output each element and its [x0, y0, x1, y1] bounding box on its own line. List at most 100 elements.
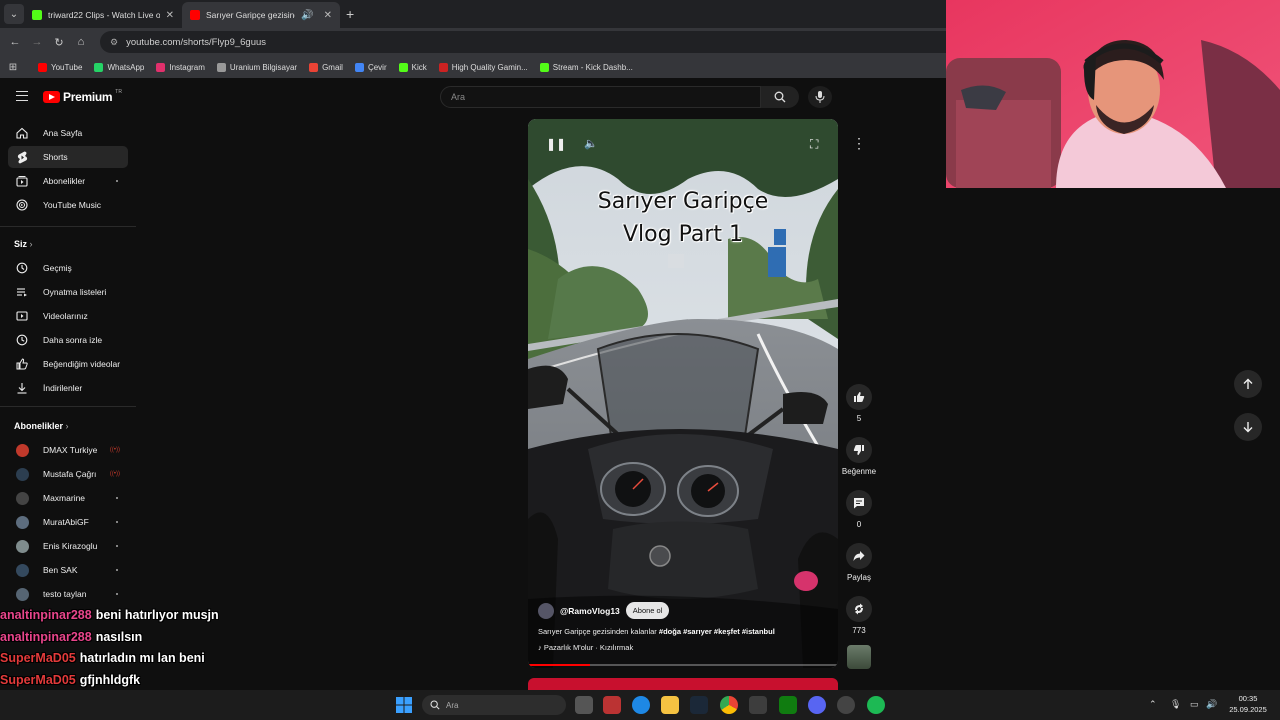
menu-icon[interactable]: [16, 91, 28, 101]
speaker-icon[interactable]: 🔊: [301, 10, 313, 21]
bookmark-item[interactable]: Uranium Bilgisayar: [216, 62, 297, 72]
youtube-premium-logo[interactable]: Premium TR: [43, 89, 122, 104]
tab-search-button[interactable]: ⌄: [4, 4, 24, 24]
site-info-icon[interactable]: ⚙: [110, 37, 118, 48]
bookmark-item[interactable]: Çevir: [354, 62, 387, 72]
close-icon[interactable]: ✕: [324, 10, 332, 21]
spotify-icon[interactable]: [867, 696, 885, 714]
sidebar-item-channel[interactable]: Maxmarine: [8, 487, 128, 509]
start-button[interactable]: [395, 696, 413, 714]
bookmark-item[interactable]: Instagram: [156, 62, 205, 72]
thumbs-down-icon: [853, 445, 864, 455]
bookmark-item[interactable]: WhatsApp: [94, 62, 145, 72]
sidebar-you-heading[interactable]: Siz ›: [14, 239, 33, 249]
sidebar-item-youtube-music[interactable]: YouTube Music: [8, 194, 128, 216]
shorts-video-player[interactable]: ❚❚ 🔈 ⛶ Sarıyer Garipçe Vlog Part 1 @Ramo…: [528, 119, 838, 668]
section-heading: Siz: [14, 239, 28, 249]
comments-button[interactable]: 0: [840, 490, 878, 529]
live-indicator-icon: ((•)): [109, 447, 120, 453]
previous-short-button[interactable]: [1234, 370, 1262, 398]
more-options-icon[interactable]: ⋮: [846, 130, 872, 156]
sidebar-item-channel[interactable]: Ben SAK: [8, 559, 128, 581]
chevron-right-icon: ›: [29, 239, 33, 249]
remix-button[interactable]: 773: [840, 596, 878, 635]
sidebar-item-channel[interactable]: Enis Kirazoglu: [8, 535, 128, 557]
dislike-button[interactable]: Beğenme: [840, 437, 878, 476]
sidebar-item-home[interactable]: Ana Sayfa: [8, 122, 128, 144]
bookmark-label: Çevir: [367, 62, 387, 72]
sidebar-item-liked[interactable]: Beğendiğim videolar: [8, 353, 128, 375]
sidebar-item-subscriptions[interactable]: Abonelikler: [8, 170, 128, 192]
home-icon[interactable]: ⌂: [70, 36, 92, 48]
bookmark-favicon-icon: [156, 62, 166, 72]
music-row[interactable]: ♪ Pazarlık M'olur · Kızılırmak: [538, 643, 633, 652]
fullscreen-icon[interactable]: ⛶: [810, 137, 818, 152]
sidebar-subscriptions-heading[interactable]: Abonelikler ›: [14, 421, 69, 431]
subscriptions-icon: [16, 176, 28, 187]
reload-icon[interactable]: ↻: [48, 36, 70, 49]
channel-name[interactable]: @RamoVlog13: [560, 606, 620, 616]
sidebar-item-download[interactable]: İndirilenler: [8, 377, 128, 399]
sidebar-item-playlist[interactable]: Oynatma listeleri: [8, 281, 128, 303]
search-input[interactable]: Ara: [440, 86, 761, 108]
microphone-icon[interactable]: 🎙: [1170, 699, 1181, 710]
steam-icon[interactable]: [690, 696, 708, 714]
share-button[interactable]: Paylaş: [840, 543, 878, 582]
volume-icon[interactable]: 🔊: [1206, 699, 1217, 710]
bookmark-item[interactable]: YouTube: [38, 62, 82, 72]
bookmark-label: High Quality Gamin...: [451, 62, 528, 72]
sound-thumbnail[interactable]: [847, 645, 871, 669]
sidebar-item-channel[interactable]: DMAX Turkiye ((•)): [8, 439, 128, 461]
xbox-icon[interactable]: [779, 696, 797, 714]
apps-grid-icon[interactable]: ⊞: [0, 62, 26, 73]
taskbar-search-input[interactable]: Ara: [422, 695, 566, 715]
sidebar-item-watch-later[interactable]: Daha sonra izle: [8, 329, 128, 351]
system-clock[interactable]: 00:35 25.09.2025: [1222, 693, 1274, 715]
windows-logo-icon: [396, 697, 412, 713]
voice-search-button[interactable]: [808, 86, 832, 108]
logo-text: Premium: [63, 90, 113, 104]
discord-icon[interactable]: [808, 696, 826, 714]
sidebar-item-shorts[interactable]: Shorts: [8, 146, 128, 168]
description-text: Sarıyer Garipçe gezisinden kalanlar: [538, 627, 657, 636]
next-short-button[interactable]: [1234, 413, 1262, 441]
bookmark-item[interactable]: Kick: [398, 62, 427, 72]
search-button[interactable]: [761, 86, 799, 108]
brave-icon[interactable]: [603, 696, 621, 714]
bookmark-item[interactable]: Stream - Kick Dashb...: [539, 62, 633, 72]
sidebar-item-history[interactable]: Geçmiş: [8, 257, 128, 279]
new-tab-button[interactable]: +: [346, 6, 354, 22]
chrome-icon[interactable]: [720, 696, 738, 714]
hashtags[interactable]: #doğa #sarıyer #keşfet #istanbul: [659, 627, 775, 636]
bookmark-label: WhatsApp: [107, 62, 145, 72]
forward-icon[interactable]: →: [26, 36, 48, 48]
video-description[interactable]: Sarıyer Garipçe gezisinden kalanlar #doğ…: [538, 627, 775, 636]
back-icon[interactable]: ←: [4, 36, 26, 48]
store-icon[interactable]: [749, 696, 767, 714]
edge-icon[interactable]: [632, 696, 650, 714]
bookmark-item[interactable]: Gmail: [309, 62, 343, 72]
new-content-dot: [116, 545, 118, 547]
display-icon[interactable]: ▭: [1190, 699, 1199, 710]
task-view-icon[interactable]: [575, 696, 593, 714]
obs-icon[interactable]: [837, 696, 855, 714]
subscribe-button[interactable]: Abone ol: [625, 602, 670, 619]
chevron-up-icon[interactable]: ⌃: [1149, 699, 1157, 710]
volume-icon[interactable]: 🔈: [584, 137, 598, 150]
channel-avatar: [15, 467, 29, 481]
sidebar-item-channel[interactable]: MuratAbiGF: [8, 511, 128, 533]
like-button[interactable]: 5: [840, 384, 878, 423]
sidebar-item-channel[interactable]: Mustafa Çağrı ((•)): [8, 463, 128, 485]
bookmark-item[interactable]: High Quality Gamin...: [438, 62, 528, 72]
video-progress-bar[interactable]: [528, 664, 838, 666]
sidebar-item-your-videos[interactable]: Videolarınız: [8, 305, 128, 327]
browser-tab-kick[interactable]: triward22 Clips - Watch Live on ✕: [24, 2, 182, 28]
pause-icon[interactable]: ❚❚: [546, 137, 566, 151]
close-icon[interactable]: ✕: [166, 10, 174, 21]
live-indicator-icon: ((•)): [109, 471, 120, 477]
sidebar-item-channel[interactable]: testo taylan: [8, 583, 128, 605]
channel-avatar[interactable]: [538, 602, 554, 619]
file-explorer-icon[interactable]: [661, 696, 679, 714]
browser-tab-youtube[interactable]: Sarıyer Garipçe gezisinden k 🔊 ✕: [182, 2, 340, 28]
comment-icon: [854, 498, 864, 509]
